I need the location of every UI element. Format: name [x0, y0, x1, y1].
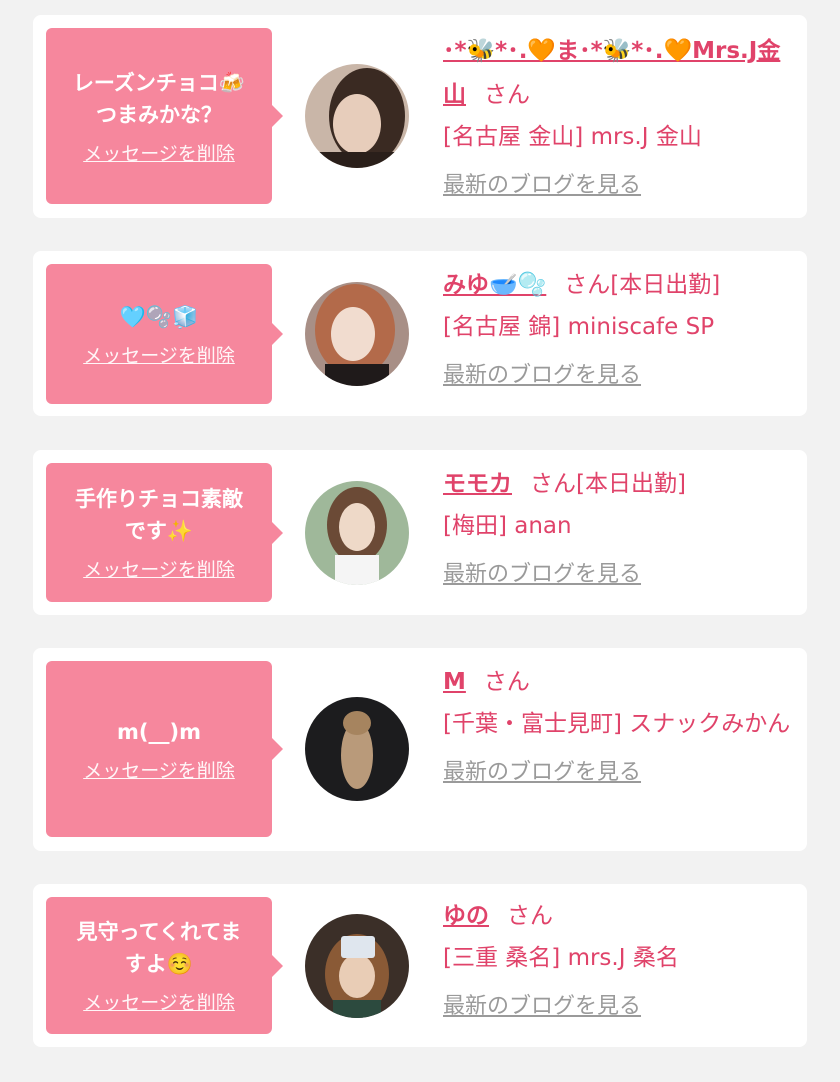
- shop-text: [名古屋 金山] mrs.J 金山: [443, 124, 702, 150]
- message-text: m(__)m: [117, 719, 201, 744]
- message-text: 手作りチョコ素敵 です✨: [75, 487, 243, 543]
- shop-text: [梅田] anan: [443, 513, 572, 539]
- honorific: さん: [530, 471, 576, 497]
- shop-text: [三重 桑名] mrs.J 桑名: [443, 945, 679, 971]
- delete-message-link[interactable]: メッセージを削除: [83, 988, 235, 1015]
- latest-blog-link[interactable]: 最新のブログを見る: [443, 357, 641, 389]
- message-text: レーズンチョコ🍻 つまみかな？: [72, 70, 246, 127]
- status-text: [本日出勤]: [576, 471, 686, 497]
- avatar[interactable]: [305, 282, 409, 386]
- message-card: 🩵🫧🧊 メッセージを削除 みゆ🥣🫧 さん[本日出勤] [名古屋 錦] minisc…: [33, 251, 807, 416]
- cast-name-link[interactable]: みゆ🥣🫧: [443, 272, 546, 298]
- status-text: [本日出勤]: [610, 272, 721, 298]
- message-bubble: 🩵🫧🧊 メッセージを削除: [46, 264, 272, 404]
- latest-blog-link[interactable]: 最新のブログを見る: [443, 754, 641, 786]
- cast-info: ゆの さん [三重 桑名] mrs.J 桑名 最新のブログを見る: [443, 894, 795, 1020]
- avatar[interactable]: [305, 481, 409, 585]
- shop-text: [名古屋 錦] miniscafe SP: [443, 314, 715, 340]
- cast-info: モモカ さん[本日出勤] [梅田] anan 最新のブログを見る: [443, 462, 795, 588]
- delete-message-link[interactable]: メッセージを削除: [83, 139, 235, 166]
- cast-name-link[interactable]: モモカ: [443, 471, 512, 497]
- shop-text: [千葉・富士見町] スナックみかん: [443, 711, 791, 737]
- honorific: さん: [507, 903, 553, 929]
- cast-info: ･*🐝*･.🧡ま･*🐝*･.🧡Mrs.J金山 さん [名古屋 金山] mrs.J …: [443, 29, 795, 199]
- honorific: さん: [484, 82, 530, 108]
- latest-blog-link[interactable]: 最新のブログを見る: [443, 988, 641, 1020]
- message-card: 見守ってくれてま すよ☺️ メッセージを削除 ゆの さん [三重 桑名] mrs.…: [33, 884, 807, 1047]
- latest-blog-link[interactable]: 最新のブログを見る: [443, 167, 641, 199]
- message-card: レーズンチョコ🍻 つまみかな？ メッセージを削除 ･*🐝*･.🧡ま･*🐝*･.🧡…: [33, 15, 807, 218]
- cast-name-link[interactable]: ゆの: [443, 903, 489, 929]
- cast-info: M さん [千葉・富士見町] スナックみかん 最新のブログを見る: [443, 660, 795, 786]
- cast-info: みゆ🥣🫧 さん[本日出勤] [名古屋 錦] miniscafe SP 最新のブログ…: [443, 263, 795, 389]
- honorific: さん: [483, 669, 530, 695]
- message-text: 🩵🫧🧊: [119, 304, 199, 329]
- avatar[interactable]: [305, 64, 409, 168]
- latest-blog-link[interactable]: 最新のブログを見る: [443, 556, 641, 588]
- message-bubble: レーズンチョコ🍻 つまみかな？ メッセージを削除: [46, 28, 272, 204]
- message-text: 見守ってくれてま すよ☺️: [76, 920, 242, 976]
- avatar[interactable]: [305, 697, 409, 801]
- message-card: 手作りチョコ素敵 です✨ メッセージを削除 モモカ さん[本日出勤] [梅田] a…: [33, 450, 807, 615]
- delete-message-link[interactable]: メッセージを削除: [83, 756, 235, 783]
- cast-name-link[interactable]: M: [443, 669, 466, 695]
- message-bubble: 見守ってくれてま すよ☺️ メッセージを削除: [46, 897, 272, 1034]
- delete-message-link[interactable]: メッセージを削除: [83, 555, 235, 582]
- message-bubble: m(__)m メッセージを削除: [46, 661, 272, 837]
- avatar[interactable]: [305, 914, 409, 1018]
- message-bubble: 手作りチョコ素敵 です✨ メッセージを削除: [46, 463, 272, 602]
- honorific: さん: [564, 272, 611, 298]
- delete-message-link[interactable]: メッセージを削除: [83, 341, 235, 368]
- message-card: m(__)m メッセージを削除 M さん [千葉・富士見町] スナックみかん 最新…: [33, 648, 807, 851]
